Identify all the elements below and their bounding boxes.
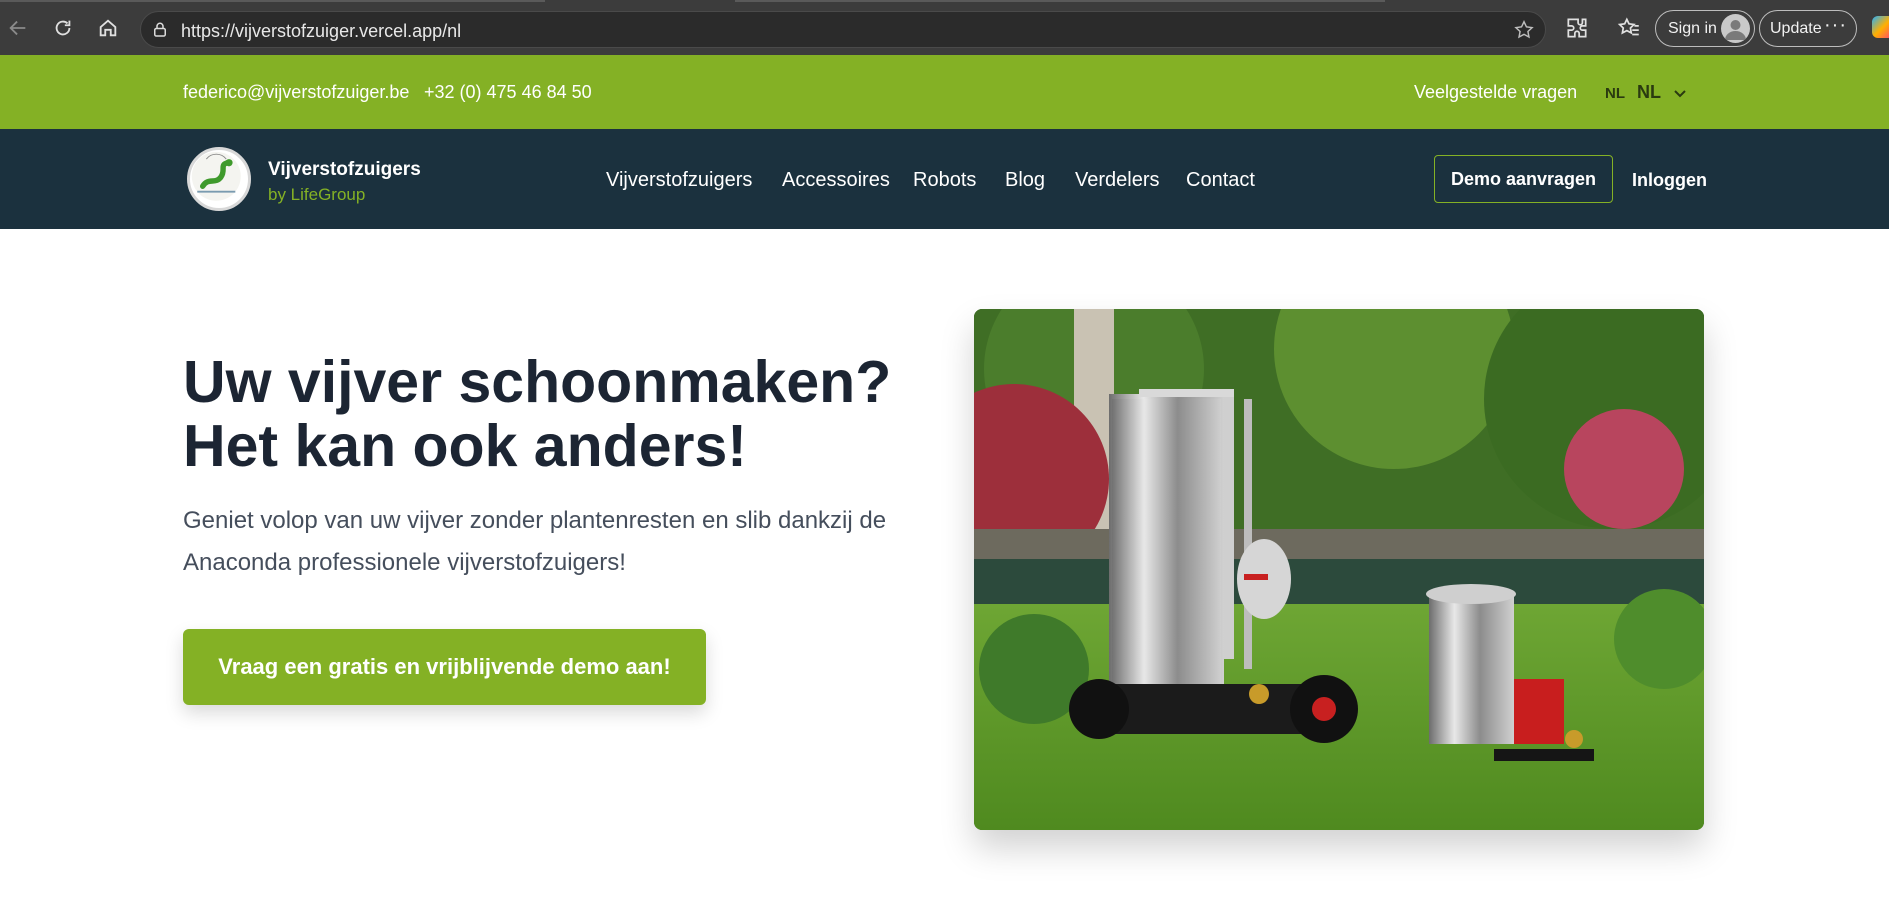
demo-request-button[interactable]: Demo aanvragen xyxy=(1434,155,1613,203)
nav-item-blog[interactable]: Blog xyxy=(1005,169,1045,192)
tab-indicator xyxy=(0,0,545,2)
language-selector[interactable]: NL xyxy=(1637,82,1661,103)
copilot-icon[interactable] xyxy=(1872,16,1889,38)
browser-toolbar: https://vijverstofzuiger.vercel.app/nl S… xyxy=(0,0,1889,55)
sign-in-label: Sign in xyxy=(1668,19,1717,37)
home-icon[interactable] xyxy=(92,12,124,44)
hero-product-photo xyxy=(974,309,1704,830)
hero-title-line1: Uw vijver schoonmaken? xyxy=(183,349,892,415)
hero-title: Uw vijver schoonmaken? Het kan ook ander… xyxy=(183,350,943,478)
star-icon[interactable] xyxy=(1513,19,1535,41)
demo-cta-button[interactable]: Vraag een gratis en vrijblijvende demo a… xyxy=(183,629,706,705)
faq-link[interactable]: Veelgestelde vragen xyxy=(1414,82,1577,103)
brand-logo[interactable] xyxy=(187,147,251,211)
nav-item-contact[interactable]: Contact xyxy=(1186,169,1255,192)
brand-name[interactable]: Vijverstofzuigers xyxy=(268,159,421,181)
login-link[interactable]: Inloggen xyxy=(1632,170,1707,191)
refresh-icon[interactable] xyxy=(47,12,79,44)
hero-description: Geniet volop van uw vijver zonder plante… xyxy=(183,507,887,576)
tab-indicator xyxy=(735,0,1385,2)
profile-icon xyxy=(1721,14,1750,43)
brand-subtitle: by LifeGroup xyxy=(268,185,366,204)
update-label: Update xyxy=(1770,19,1822,37)
extensions-icon[interactable] xyxy=(1564,15,1590,41)
lock-icon[interactable] xyxy=(151,21,169,39)
hero-title-line2: Het kan ook anders! xyxy=(183,413,747,479)
update-button[interactable]: Update ··· xyxy=(1759,10,1857,47)
address-bar[interactable]: https://vijverstofzuiger.vercel.app/nl xyxy=(140,11,1546,48)
contact-bar: federico@vijverstofzuiger.be +32 (0) 475… xyxy=(0,55,1889,129)
back-icon[interactable] xyxy=(2,12,34,44)
chevron-down-icon[interactable] xyxy=(1672,85,1688,101)
phone-link[interactable]: +32 (0) 475 46 84 50 xyxy=(424,82,592,103)
nav-item-accessoires[interactable]: Accessoires xyxy=(782,169,890,192)
email-link[interactable]: federico@vijverstofzuiger.be xyxy=(183,82,409,103)
url-text[interactable]: https://vijverstofzuiger.vercel.app/nl xyxy=(181,21,461,42)
main-navigation: Vijverstofzuigers by LifeGroup Vijversto… xyxy=(0,129,1889,229)
nav-item-vijverstofzuigers[interactable]: Vijverstofzuigers xyxy=(606,169,752,192)
sign-in-button[interactable]: Sign in xyxy=(1655,10,1755,47)
language-code: NL xyxy=(1605,85,1625,102)
more-icon[interactable]: ··· xyxy=(1824,14,1847,37)
favorites-icon[interactable] xyxy=(1616,15,1642,41)
nav-item-verdelers[interactable]: Verdelers xyxy=(1075,169,1160,192)
nav-item-robots[interactable]: Robots xyxy=(913,169,976,192)
